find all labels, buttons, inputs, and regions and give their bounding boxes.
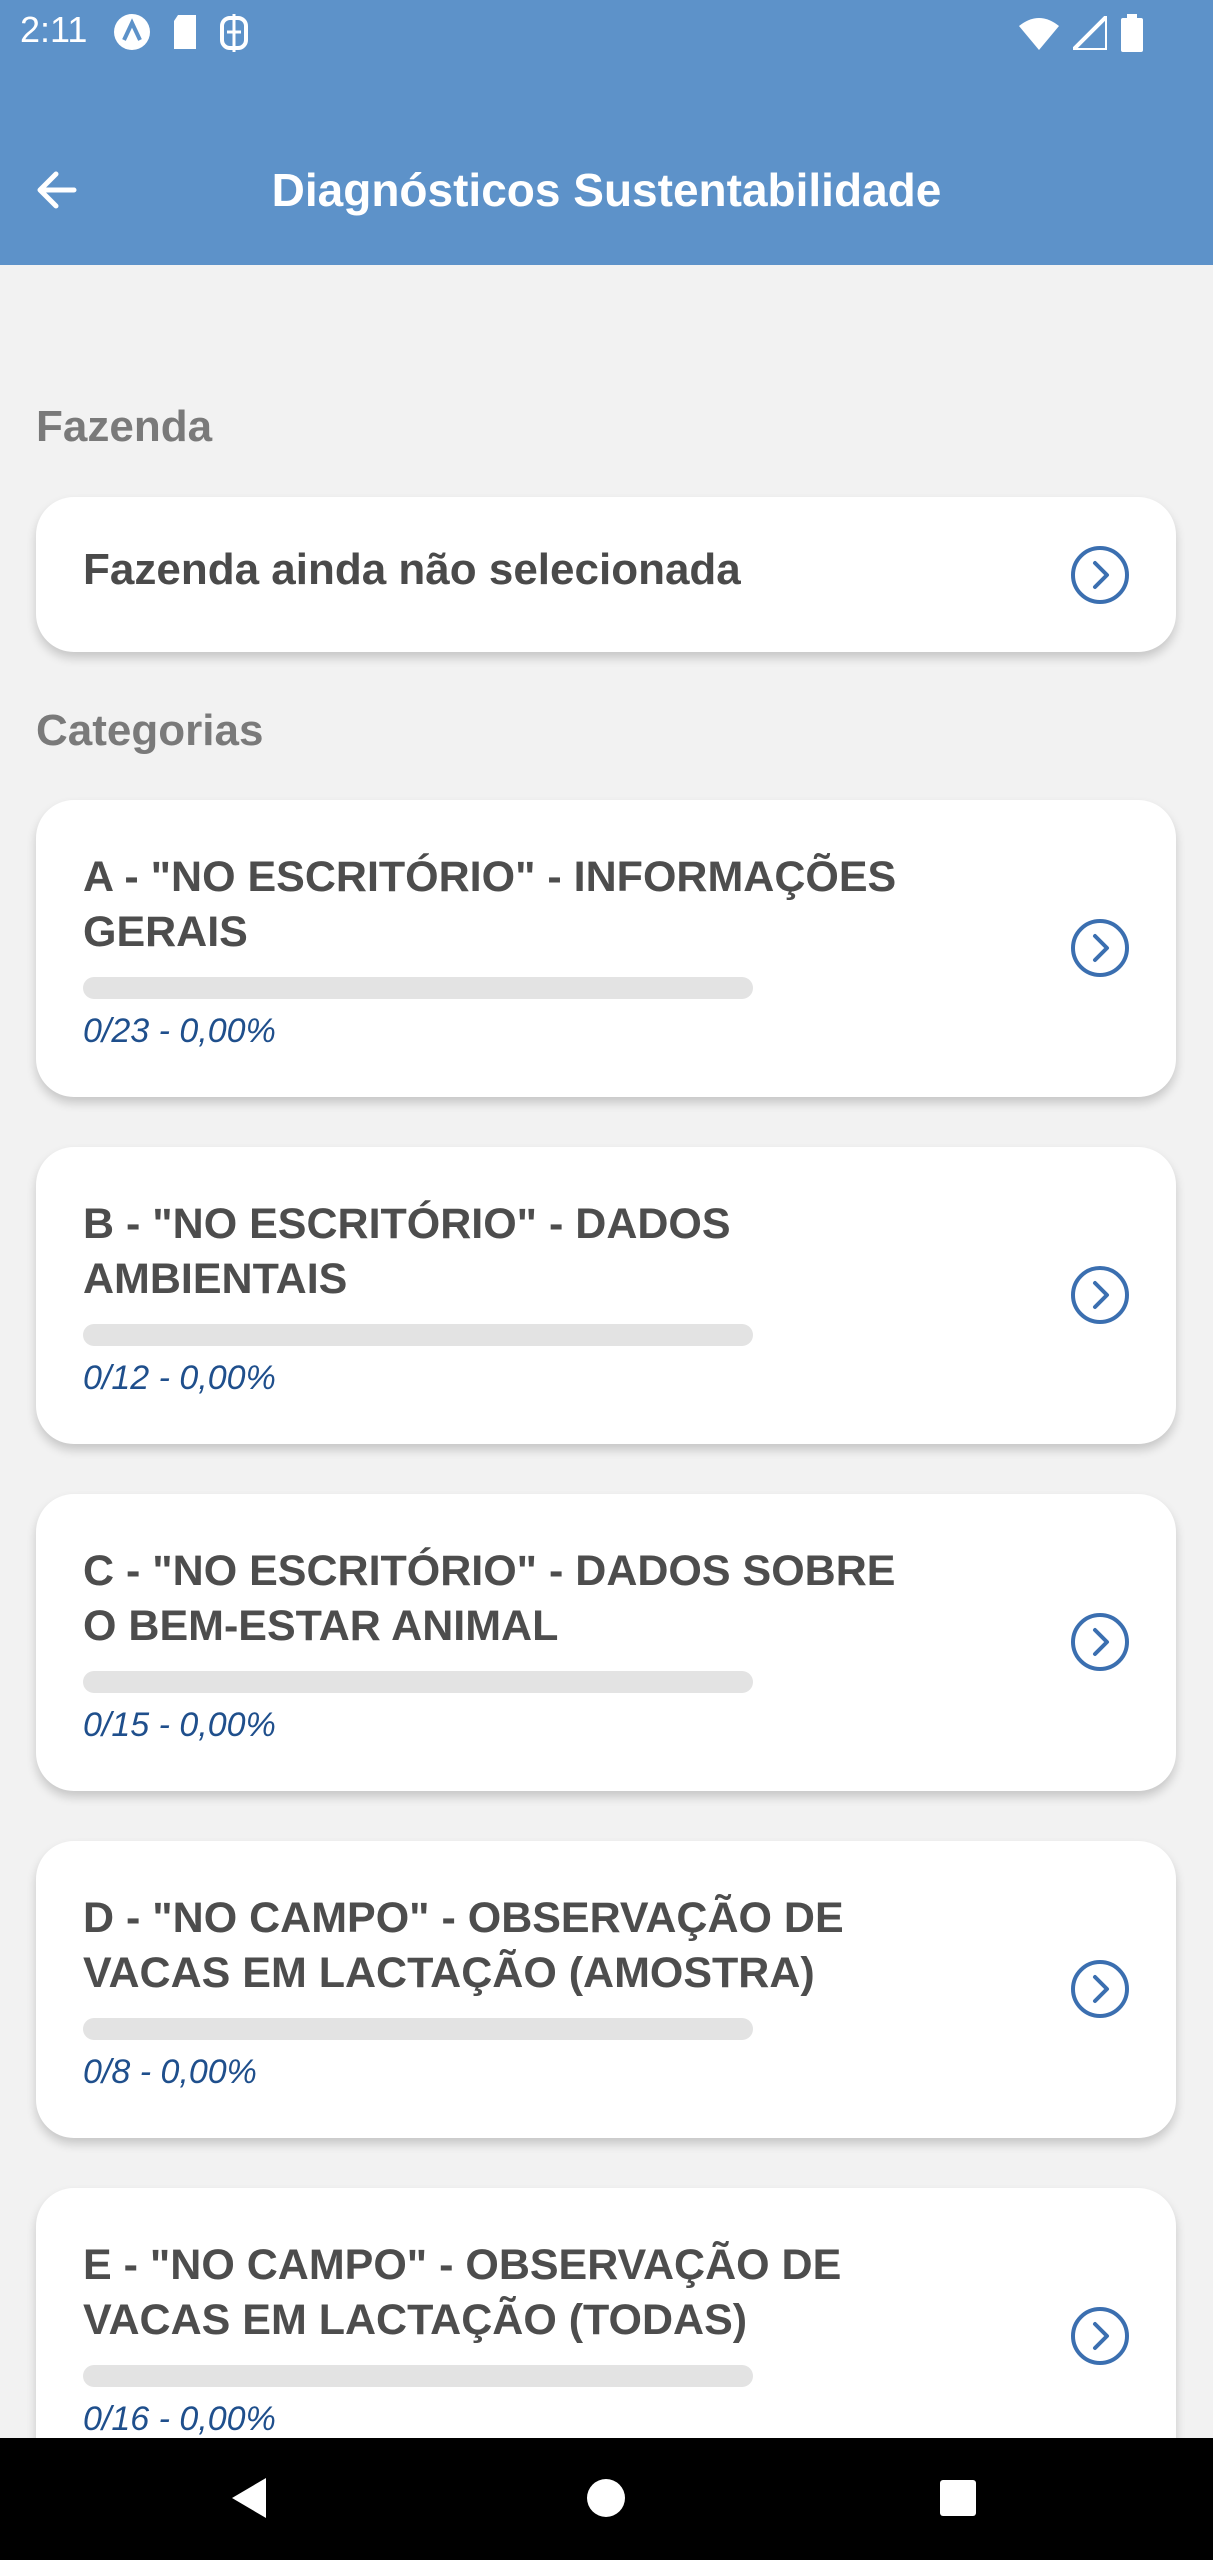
progress-bar (83, 2018, 753, 2040)
category-title-line2: VACAS EM LACTAÇÃO (TODAS) (83, 2296, 748, 2344)
back-triangle-icon[interactable] (222, 2468, 282, 2528)
battery-icon (1121, 14, 1143, 52)
farm-selector-card[interactable]: Fazenda ainda não selecionada (36, 497, 1176, 652)
progress-text: 0/8 - 0,00% (83, 2053, 257, 2091)
category-title: B - "NO ESCRITÓRIO" - DADOS AMBIENTAIS (83, 1197, 963, 1307)
recents-square-icon[interactable] (928, 2468, 988, 2528)
status-time: 2:11 (20, 9, 88, 50)
categories-section-label: Categorias (36, 706, 264, 755)
farm-section-label: Fazenda (36, 402, 213, 451)
category-title-line1: C - "NO ESCRITÓRIO" - DADOS SOBRE (83, 1547, 896, 1595)
category-card[interactable]: D - "NO CAMPO" - OBSERVAÇÃO DE VACAS EM … (36, 1841, 1176, 2138)
system-navigation-bar (0, 2438, 1213, 2560)
progress-bar (83, 2365, 753, 2387)
status-bar: 2:11 (0, 0, 1213, 70)
status-left-icons (112, 12, 250, 52)
category-title-line2: VACAS EM LACTAÇÃO (AMOSTRA) (83, 1949, 815, 1997)
progress-bar (83, 1671, 753, 1693)
category-card[interactable]: A - "NO ESCRITÓRIO" - INFORMAÇÕES GERAIS… (36, 800, 1176, 1097)
cell-signal-icon (1073, 16, 1107, 50)
category-title-line2: GERAIS (83, 908, 248, 956)
chevron-right-circle-icon[interactable] (1070, 1959, 1130, 2019)
wifi-icon (1019, 18, 1059, 50)
progress-text: 0/16 - 0,00% (83, 2400, 276, 2438)
category-title: E - "NO CAMPO" - OBSERVAÇÃO DE VACAS EM … (83, 2238, 963, 2348)
sd-card-icon (174, 15, 196, 49)
category-title: D - "NO CAMPO" - OBSERVAÇÃO DE VACAS EM … (83, 1891, 963, 2001)
chevron-right-circle-icon[interactable] (1070, 1612, 1130, 1672)
progress-text: 0/23 - 0,00% (83, 1012, 276, 1050)
chevron-right-circle-icon[interactable] (1070, 545, 1130, 605)
chevron-right-circle-icon[interactable] (1070, 1265, 1130, 1325)
status-right-icons (1019, 14, 1143, 52)
progress-text: 0/15 - 0,00% (83, 1706, 276, 1744)
category-title-line1: E - "NO CAMPO" - OBSERVAÇÃO DE (83, 2241, 842, 2289)
chevron-right-circle-icon[interactable] (1070, 918, 1130, 978)
app-bar: 2:11 Diagnósticos Sustentabilidade (0, 0, 1213, 265)
category-title-line1: B - "NO ESCRITÓRIO" - DADOS (83, 1200, 731, 1248)
category-title-line2: O BEM-ESTAR ANIMAL (83, 1602, 559, 1650)
category-title: A - "NO ESCRITÓRIO" - INFORMAÇÕES GERAIS (83, 850, 963, 960)
category-card[interactable]: C - "NO ESCRITÓRIO" - DADOS SOBRE O BEM-… (36, 1494, 1176, 1791)
progress-bar (83, 1324, 753, 1346)
category-title-line1: D - "NO CAMPO" - OBSERVAÇÃO DE (83, 1894, 844, 1942)
category-title-line1: A - "NO ESCRITÓRIO" - INFORMAÇÕES (83, 853, 897, 901)
farm-selection-text: Fazenda ainda não selecionada (83, 545, 741, 594)
chevron-right-circle-icon[interactable] (1070, 2306, 1130, 2366)
home-circle-icon[interactable] (576, 2468, 636, 2528)
progress-bar (83, 977, 753, 999)
app-a-icon (114, 14, 150, 50)
cash-icon (220, 14, 248, 52)
category-title: C - "NO ESCRITÓRIO" - DADOS SOBRE O BEM-… (83, 1544, 963, 1654)
progress-text: 0/12 - 0,00% (83, 1359, 276, 1397)
category-card[interactable]: B - "NO ESCRITÓRIO" - DADOS AMBIENTAIS 0… (36, 1147, 1176, 1444)
page-title: Diagnósticos Sustentabilidade (271, 164, 942, 216)
category-title-line2: AMBIENTAIS (83, 1255, 348, 1303)
